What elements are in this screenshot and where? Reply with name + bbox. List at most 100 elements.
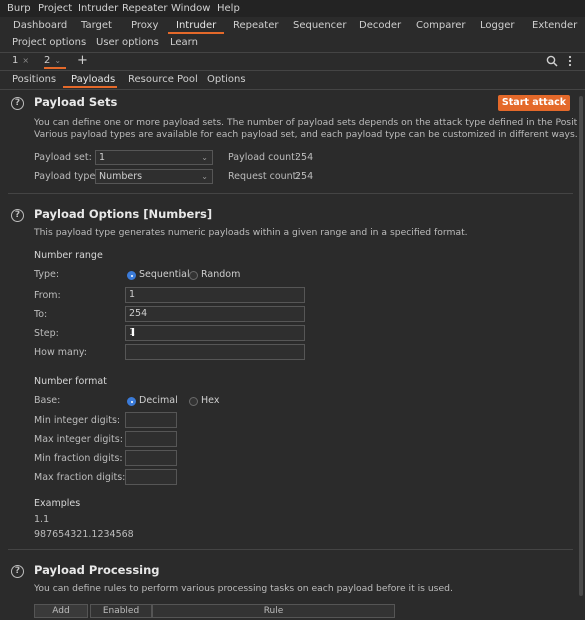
help-icon[interactable]: ? <box>11 97 24 110</box>
tab-comparer[interactable]: Comparer <box>416 20 465 31</box>
how-many-label: How many: <box>34 347 87 358</box>
tab-intruder[interactable]: Intruder <box>176 20 216 31</box>
menu-window[interactable]: Window <box>171 3 210 14</box>
tab-resource-pool[interactable]: Resource Pool <box>128 74 198 85</box>
add-rule-button[interactable]: Add <box>34 604 88 618</box>
max-integer-digits-label: Max integer digits: <box>34 434 123 445</box>
column-header-enabled[interactable]: Enabled <box>90 604 152 618</box>
tab-target[interactable]: Target <box>81 20 112 31</box>
help-icon[interactable]: ? <box>11 209 24 222</box>
payload-sets-description-2: Various payload types are available for … <box>34 129 577 140</box>
section-divider <box>8 549 573 550</box>
menu-bar: Burp Project Intruder Repeater Window He… <box>0 0 585 17</box>
max-integer-digits-input[interactable] <box>125 431 177 447</box>
payloads-panel: ? Payload Sets Start attack You can defi… <box>0 90 577 620</box>
tab-proxy[interactable]: Proxy <box>131 20 158 31</box>
section-divider <box>8 193 573 194</box>
min-fraction-digits-label: Min fraction digits: <box>34 453 123 464</box>
chevron-down-icon: ⌄ <box>201 172 208 181</box>
min-integer-digits-label: Min integer digits: <box>34 415 121 426</box>
text-cursor-icon: I <box>131 326 136 339</box>
menu-help[interactable]: Help <box>217 3 240 14</box>
add-tab-icon[interactable]: + <box>77 53 88 68</box>
random-radio-label[interactable]: Random <box>201 269 240 280</box>
tab-project-options[interactable]: Project options <box>12 37 86 48</box>
request-count-value: 254 <box>295 171 314 182</box>
random-radio[interactable] <box>189 271 198 280</box>
menu-project[interactable]: Project <box>38 3 72 14</box>
number-range-heading: Number range <box>34 250 103 261</box>
chevron-down-icon[interactable]: ⌄ <box>54 56 61 65</box>
max-fraction-digits-label: Max fraction digits: <box>34 472 126 483</box>
section-title-payload-processing: Payload Processing <box>34 563 160 577</box>
help-icon[interactable]: ? <box>11 565 24 578</box>
scrollbar-thumb[interactable] <box>579 96 583 596</box>
main-tab-bar: Dashboard Target Proxy Intruder Repeater… <box>0 17 585 52</box>
menu-burp[interactable]: Burp <box>7 3 31 14</box>
tab-dashboard[interactable]: Dashboard <box>13 20 67 31</box>
to-label: To: <box>34 309 48 320</box>
menu-repeater[interactable]: Repeater <box>122 3 167 14</box>
menu-intruder[interactable]: Intruder <box>78 3 118 14</box>
tab-sequencer[interactable]: Sequencer <box>293 20 346 31</box>
to-input[interactable]: 254 <box>125 306 305 322</box>
attack-tab-1[interactable]: 1 × <box>12 55 29 69</box>
tab-decoder[interactable]: Decoder <box>359 20 401 31</box>
tab-positions[interactable]: Positions <box>12 74 56 85</box>
from-label: From: <box>34 290 61 301</box>
payload-processing-description: You can define rules to perform various … <box>34 583 453 594</box>
example-value: 1.1 <box>34 514 50 525</box>
request-count-label: Request count: <box>228 171 300 182</box>
step-label: Step: <box>34 328 59 339</box>
step-input[interactable]: 1 <box>125 325 305 341</box>
min-integer-digits-input[interactable] <box>125 412 177 428</box>
section-title-payload-sets: Payload Sets <box>34 95 118 109</box>
payload-count-label: Payload count: <box>228 152 299 163</box>
hex-radio[interactable] <box>189 397 198 406</box>
payload-set-label: Payload set: <box>34 152 92 163</box>
hex-radio-label[interactable]: Hex <box>201 395 219 406</box>
payload-set-select[interactable]: 1 ⌄ <box>95 150 213 165</box>
payload-sets-description: You can define one or more payload sets.… <box>34 117 577 128</box>
how-many-input[interactable] <box>125 344 305 360</box>
chevron-down-icon: ⌄ <box>201 153 208 162</box>
from-input[interactable]: 1 <box>125 287 305 303</box>
attack-tab-2[interactable]: 2 ⌄ <box>44 55 66 69</box>
tab-user-options[interactable]: User options <box>96 37 159 48</box>
base-label: Base: <box>34 395 61 406</box>
payload-options-description: This payload type generates numeric payl… <box>34 227 468 238</box>
tab-learn[interactable]: Learn <box>170 37 198 48</box>
payload-set-value: 1 <box>99 152 106 163</box>
sequential-radio-label[interactable]: Sequential <box>139 269 190 280</box>
tab-extender[interactable]: Extender <box>532 20 577 31</box>
payload-type-label: Payload type: <box>34 171 99 182</box>
attack-tab-bar: 1 × 2 ⌄ + <box>0 53 585 70</box>
tab-logger[interactable]: Logger <box>480 20 514 31</box>
close-icon[interactable]: × <box>22 56 29 65</box>
active-tab-indicator <box>168 32 224 34</box>
example-value: 987654321.1234568 <box>34 529 134 540</box>
number-format-heading: Number format <box>34 376 107 387</box>
payload-type-select[interactable]: Numbers ⌄ <box>95 169 213 184</box>
decimal-radio-label[interactable]: Decimal <box>139 395 178 406</box>
active-subtab-indicator <box>63 86 117 88</box>
max-fraction-digits-input[interactable] <box>125 469 177 485</box>
column-header-rule[interactable]: Rule <box>152 604 395 618</box>
sequential-radio[interactable] <box>127 271 136 280</box>
decimal-radio[interactable] <box>127 397 136 406</box>
more-vertical-icon[interactable] <box>568 55 572 70</box>
tab-payloads[interactable]: Payloads <box>71 74 115 85</box>
section-title-payload-options: Payload Options [Numbers] <box>34 207 213 221</box>
min-fraction-digits-input[interactable] <box>125 450 177 466</box>
start-attack-button[interactable]: Start attack <box>498 95 570 111</box>
type-label: Type: <box>34 269 60 280</box>
payload-count-value: 254 <box>295 152 314 163</box>
attack-tab-1-label: 1 <box>12 55 19 66</box>
attack-tab-2-label: 2 <box>44 55 51 66</box>
intruder-subtab-bar: Positions Payloads Resource Pool Options <box>0 71 585 89</box>
tab-options[interactable]: Options <box>207 74 246 85</box>
examples-heading: Examples <box>34 498 81 509</box>
tab-repeater[interactable]: Repeater <box>233 20 278 31</box>
payload-type-value: Numbers <box>99 171 143 182</box>
search-icon[interactable] <box>546 55 558 70</box>
